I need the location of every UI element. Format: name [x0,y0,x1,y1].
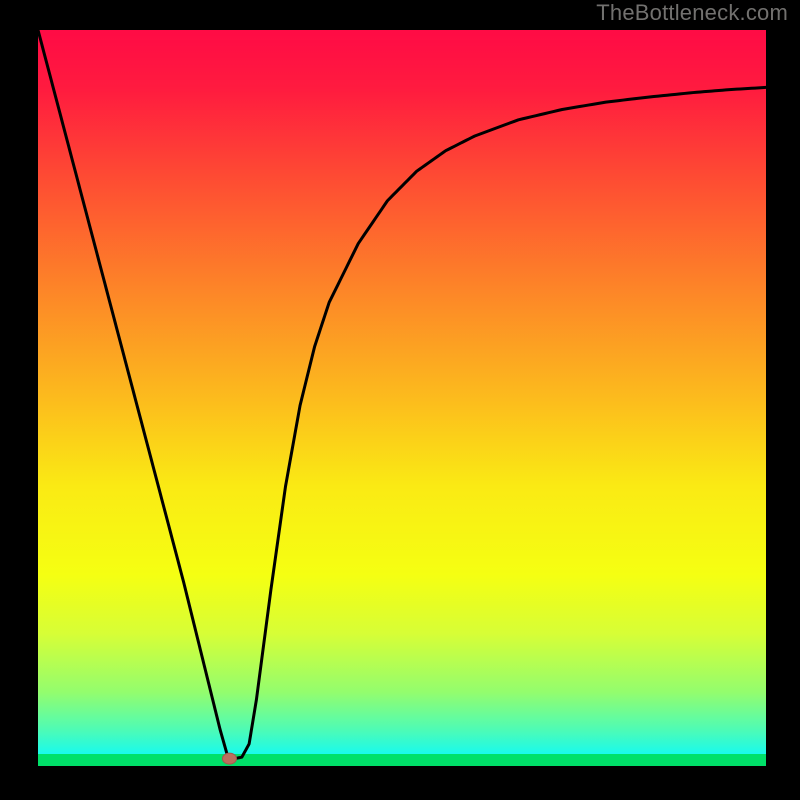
bottleneck-chart [38,30,766,766]
plot-background [38,30,766,766]
attribution-label: TheBottleneck.com [596,0,788,26]
baseline-strip [38,754,766,766]
chart-frame: TheBottleneck.com [0,0,800,800]
optimal-marker [222,753,236,764]
